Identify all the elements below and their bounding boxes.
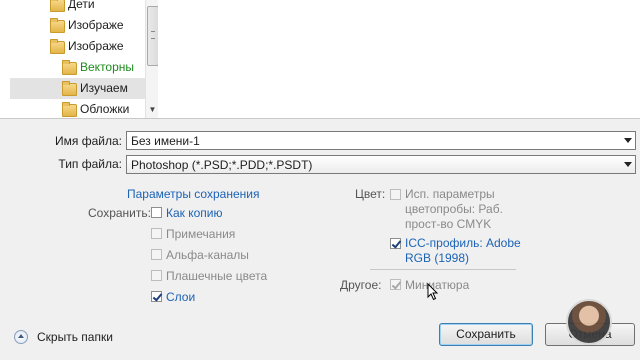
chevron-down-icon[interactable] bbox=[624, 162, 632, 167]
folder-icon bbox=[50, 39, 65, 54]
layers-checkbox[interactable] bbox=[151, 291, 162, 302]
proof-setup-line: цветопробы: Раб. bbox=[405, 202, 503, 216]
hide-folders-label[interactable]: Скрыть папки bbox=[37, 330, 113, 344]
as-copy-checkbox[interactable] bbox=[151, 207, 162, 218]
thumbnail-checkbox[interactable] bbox=[390, 279, 401, 290]
tree-item-label: Обложки bbox=[80, 102, 130, 116]
spot-colors-label: Плашечные цвета bbox=[166, 269, 268, 283]
mouse-cursor-icon bbox=[427, 283, 439, 301]
file-list-pane[interactable] bbox=[158, 0, 640, 118]
notes-label: Примечания bbox=[166, 227, 236, 241]
folder-icon bbox=[62, 102, 77, 117]
scroll-down-arrow-icon[interactable]: ▼ bbox=[147, 104, 158, 115]
tree-item[interactable]: Изображе bbox=[10, 36, 146, 57]
alpha-channels-checkbox[interactable] bbox=[151, 249, 162, 260]
tree-item-label: Изображе bbox=[68, 18, 124, 32]
folder-tree[interactable]: Дети Изображе Изображе Векторны Изучаем … bbox=[0, 0, 158, 118]
alpha-channels-label: Альфа-каналы bbox=[166, 248, 249, 262]
tree-item-label: Дети bbox=[68, 0, 95, 11]
filetype-label: Тип файла: bbox=[58, 157, 122, 171]
tree-item[interactable]: Изображе bbox=[10, 15, 146, 36]
scrollbar-thumb[interactable] bbox=[147, 6, 158, 66]
tree-item[interactable]: Обложки bbox=[10, 99, 146, 118]
tree-item-selected[interactable]: Изучаем bbox=[10, 78, 146, 99]
tree-scrollbar[interactable]: ▼ bbox=[145, 0, 158, 118]
icc-profile-line: RGB (1998) bbox=[405, 251, 470, 265]
chevron-down-icon[interactable] bbox=[624, 138, 632, 143]
spot-colors-checkbox[interactable] bbox=[151, 270, 162, 281]
color-label: Цвет: bbox=[355, 187, 386, 201]
filetype-select[interactable]: Photoshop (*.PSD;*.PDD;*.PSDT) bbox=[126, 155, 636, 174]
proof-setup-line: Исп. параметры bbox=[405, 187, 495, 201]
folder-icon bbox=[62, 60, 77, 75]
tree-item[interactable]: Векторны bbox=[10, 57, 146, 78]
filename-label: Имя файла: bbox=[55, 134, 122, 148]
save-label: Сохранить: bbox=[88, 206, 151, 220]
proof-setup-label: Исп. параметры цветопробы: Раб. прост-во… bbox=[405, 187, 525, 232]
proof-setup-line: прост-во CMYK bbox=[405, 217, 492, 231]
folder-icon bbox=[50, 18, 65, 33]
save-button[interactable]: Сохранить bbox=[439, 323, 533, 346]
options-divider bbox=[370, 269, 516, 270]
icc-profile-checkbox[interactable] bbox=[390, 238, 401, 249]
icc-profile-line: ICC-профиль: Adobe bbox=[405, 236, 521, 250]
folder-icon bbox=[50, 0, 65, 12]
tree-item-label: Изображе bbox=[68, 39, 124, 53]
collapse-up-icon[interactable] bbox=[14, 330, 28, 344]
tree-item-label: Изучаем bbox=[80, 81, 128, 95]
icc-profile-label[interactable]: ICC-профиль: Adobe RGB (1998) bbox=[405, 236, 525, 266]
filename-combobox[interactable]: Без имени-1 bbox=[126, 131, 636, 150]
filename-value[interactable]: Без имени-1 bbox=[131, 134, 200, 148]
pane-divider bbox=[0, 118, 640, 119]
presenter-avatar bbox=[566, 299, 612, 345]
as-copy-label[interactable]: Как копию bbox=[166, 206, 223, 220]
folder-icon bbox=[62, 81, 77, 96]
notes-checkbox[interactable] bbox=[151, 228, 162, 239]
proof-setup-checkbox[interactable] bbox=[390, 189, 401, 200]
tree-margin bbox=[0, 0, 10, 118]
layers-label[interactable]: Слои bbox=[166, 290, 195, 304]
tree-item[interactable]: Дети bbox=[10, 0, 146, 15]
save-options-title: Параметры сохранения bbox=[127, 187, 260, 201]
filetype-value: Photoshop (*.PSD;*.PDD;*.PSDT) bbox=[131, 158, 313, 172]
tree-list: Дети Изображе Изображе Векторны Изучаем … bbox=[10, 0, 146, 118]
other-label: Другое: bbox=[340, 278, 382, 292]
tree-item-label: Векторны bbox=[80, 60, 135, 74]
